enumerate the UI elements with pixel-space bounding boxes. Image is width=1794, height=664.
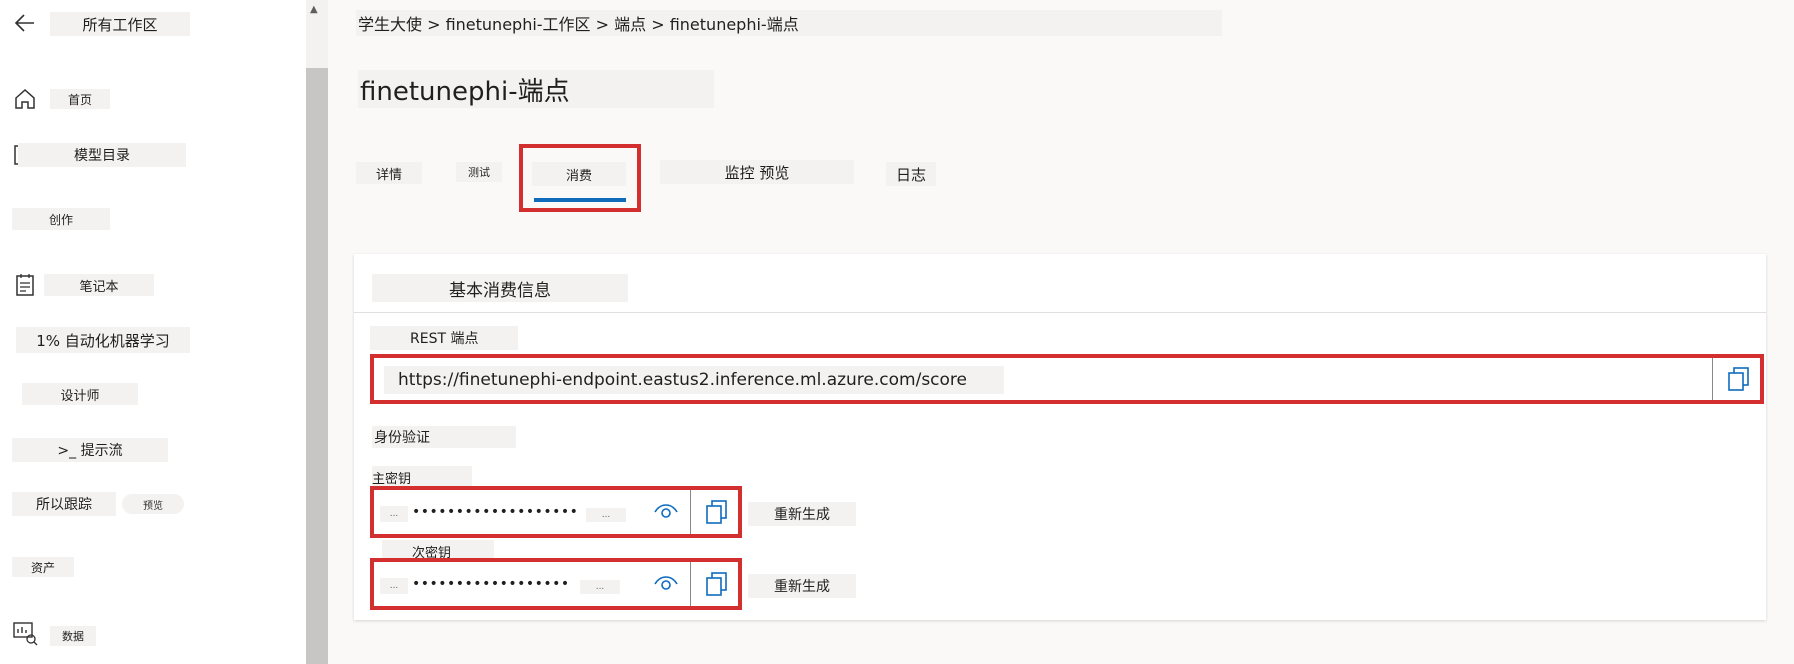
regenerate-primary-key-button[interactable]: 重新生成 bbox=[748, 502, 856, 526]
copy-rest-endpoint-button[interactable] bbox=[1724, 364, 1754, 394]
tab-consume[interactable]: 消费 bbox=[532, 162, 626, 186]
section-title: 基本消费信息 bbox=[372, 274, 628, 302]
tab-test[interactable]: 测试 bbox=[456, 162, 502, 182]
show-primary-key-eye-icon[interactable] bbox=[652, 498, 680, 526]
copy-primary-key-button[interactable] bbox=[702, 497, 732, 527]
tab-consume-underline bbox=[534, 198, 626, 202]
page-title: finetunephi-端点 bbox=[358, 70, 714, 108]
secondary-key-suffix: ... bbox=[580, 580, 620, 594]
secondary-key-value: •••••••••••••••••• bbox=[412, 576, 570, 592]
home-icon bbox=[12, 86, 38, 112]
sidebar-item-tracking[interactable]: 所以跟踪 bbox=[12, 492, 116, 516]
tab-monitor[interactable]: 监控 预览 bbox=[660, 160, 854, 184]
secondary-key-prefix: ... bbox=[380, 578, 408, 594]
sidebar-scrollbar-thumb[interactable] bbox=[306, 68, 328, 664]
sidebar-item-data[interactable]: 数据 bbox=[50, 626, 96, 646]
data-icon bbox=[12, 620, 38, 646]
copy-secondary-key-button[interactable] bbox=[702, 569, 732, 599]
regenerate-secondary-key-button[interactable]: 重新生成 bbox=[748, 574, 856, 598]
tab-details[interactable]: 详情 bbox=[356, 162, 422, 184]
tab-logs[interactable]: 日志 bbox=[886, 162, 936, 186]
sidebar-item-assets[interactable]: 资产 bbox=[12, 557, 74, 577]
scroll-up-arrow-icon[interactable]: ▲ bbox=[310, 4, 318, 15]
sidebar-item-automl[interactable]: 1% 自动化机器学习 bbox=[16, 327, 190, 353]
rest-endpoint-label: REST 端点 bbox=[370, 326, 518, 350]
show-secondary-key-eye-icon[interactable] bbox=[652, 570, 680, 598]
rest-separator bbox=[1712, 358, 1713, 400]
primary-key-separator bbox=[690, 490, 691, 534]
secondary-key-separator bbox=[690, 562, 691, 606]
primary-key-prefix: ... bbox=[380, 506, 408, 522]
all-workspaces-link[interactable]: 所有工作区 bbox=[50, 12, 190, 36]
preview-badge: 预览 bbox=[122, 494, 184, 514]
auth-label: 身份验证 bbox=[372, 426, 516, 448]
sidebar-item-notebooks[interactable]: 笔记本 bbox=[44, 274, 154, 296]
primary-key-label: 主密钥 bbox=[372, 466, 472, 488]
sidebar-item-designer[interactable]: 设计师 bbox=[22, 383, 138, 405]
sidebar-item-model-catalog[interactable]: 模型目录 bbox=[18, 143, 186, 167]
sidebar-item-create[interactable]: 创作 bbox=[12, 208, 110, 230]
left-navigation: 所有工作区 首页 模型目录 创作 笔记本 1% 自动化机器学习 设计师 >_ 提… bbox=[0, 0, 306, 664]
sidebar-item-prompt-flow[interactable]: >_ 提示流 bbox=[12, 438, 168, 462]
card-divider bbox=[354, 312, 1766, 313]
primary-key-suffix: ... bbox=[586, 508, 626, 522]
back-arrow-icon[interactable] bbox=[12, 10, 38, 36]
breadcrumb[interactable]: 学生大使 > finetunephi-工作区 > 端点 > finetuneph… bbox=[356, 10, 1222, 36]
primary-key-value: ••••••••••••••••••• bbox=[412, 504, 579, 520]
sidebar-item-home[interactable]: 首页 bbox=[50, 89, 110, 109]
rest-endpoint-url[interactable]: https://finetunephi-endpoint.eastus2.inf… bbox=[384, 366, 1004, 394]
notebook-icon bbox=[12, 272, 38, 298]
